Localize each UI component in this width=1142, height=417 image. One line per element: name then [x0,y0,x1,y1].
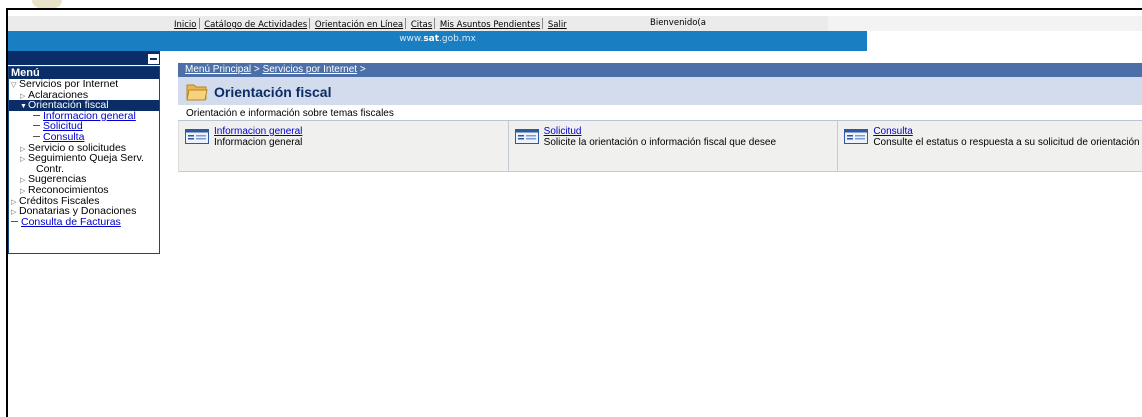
dash-icon [11,220,18,222]
breadcrumb: Menú Principal > Servicios por Internet … [178,63,1142,77]
nav-separator [542,18,544,29]
title-bar: Orientación fiscal [178,77,1142,105]
breadcrumb-servicios[interactable]: Servicios por Internet [263,64,358,75]
nav-separator [405,18,407,29]
menu-item-label: Consulta de Facturas [21,215,121,228]
logo-fragment [32,0,62,8]
domain-suffix: .gob.mx [439,34,476,44]
nav-separator [309,18,311,29]
top-navigation: Inicio Catálogo de Actividades Orientaci… [8,16,828,31]
document-icon [185,129,209,144]
menu-item[interactable]: ▷ Seguimiento Queja Serv. [9,153,159,164]
card-title-link[interactable]: Consulta [873,126,912,137]
card-consulta: Consulta Consulte el estatus o respuesta… [838,121,1142,171]
top-right-area [828,16,1142,31]
menu-item[interactable]: Consulta de Facturas [9,215,159,228]
page-title: Orientación fiscal [214,84,332,100]
card-description: Informacion general [214,137,303,148]
site-domain-bar: www.sat.gob.mx [8,31,867,51]
collapse-menu-button[interactable] [148,54,159,64]
side-menu: Menú ▽ Servicios por Internet ▷ Aclaracione… [8,66,160,254]
card-title-link[interactable]: Informacion general [214,126,302,137]
breadcrumb-separator: > [357,64,366,75]
nav-link-catalogo[interactable]: Catálogo de Actividades [204,20,307,30]
breadcrumb-menu-principal[interactable]: Menú Principal [185,64,251,75]
card-description: Consulte el estatus o respuesta a su sol… [873,137,1142,148]
card-informacion-general: Informacion general Informacion general [179,121,509,171]
nav-link-salir[interactable]: Salir [548,20,567,30]
nav-separator [434,18,436,29]
main-content: Menú Principal > Servicios por Internet … [178,63,1142,172]
welcome-text: Bienvenido(a [650,18,706,28]
card-description: Solicite la orientación o información fi… [543,137,777,148]
page-subtitle: Orientación e información sobre temas fi… [178,107,1142,121]
options-cards: Informacion general Informacion general … [178,121,1142,172]
card-title-link[interactable]: Solicitud [544,126,582,137]
document-icon [844,129,869,144]
domain-bold: sat [423,34,440,44]
document-icon [514,129,539,144]
nav-link-asuntos[interactable]: Mis Asuntos Pendientes [440,20,540,30]
dash-icon [33,125,40,127]
domain-prefix: www. [399,34,424,44]
breadcrumb-separator: > [251,64,263,75]
nav-separator [198,18,200,29]
nav-link-inicio[interactable]: Inicio [174,20,197,30]
menu-items: ▽ Servicios por Internet ▷ Aclaraciones ▼Ori… [9,79,159,227]
folder-icon [186,84,208,101]
card-solicitud: Solicitud Solicite la orientación o info… [508,121,839,171]
nav-link-citas[interactable]: Citas [411,20,432,30]
menu-header-strip [8,51,160,65]
dash-icon [33,114,40,116]
dash-icon [33,135,40,137]
nav-link-orientacion[interactable]: Orientación en Línea [315,20,403,30]
menu-item[interactable]: Informacion general [9,110,159,122]
